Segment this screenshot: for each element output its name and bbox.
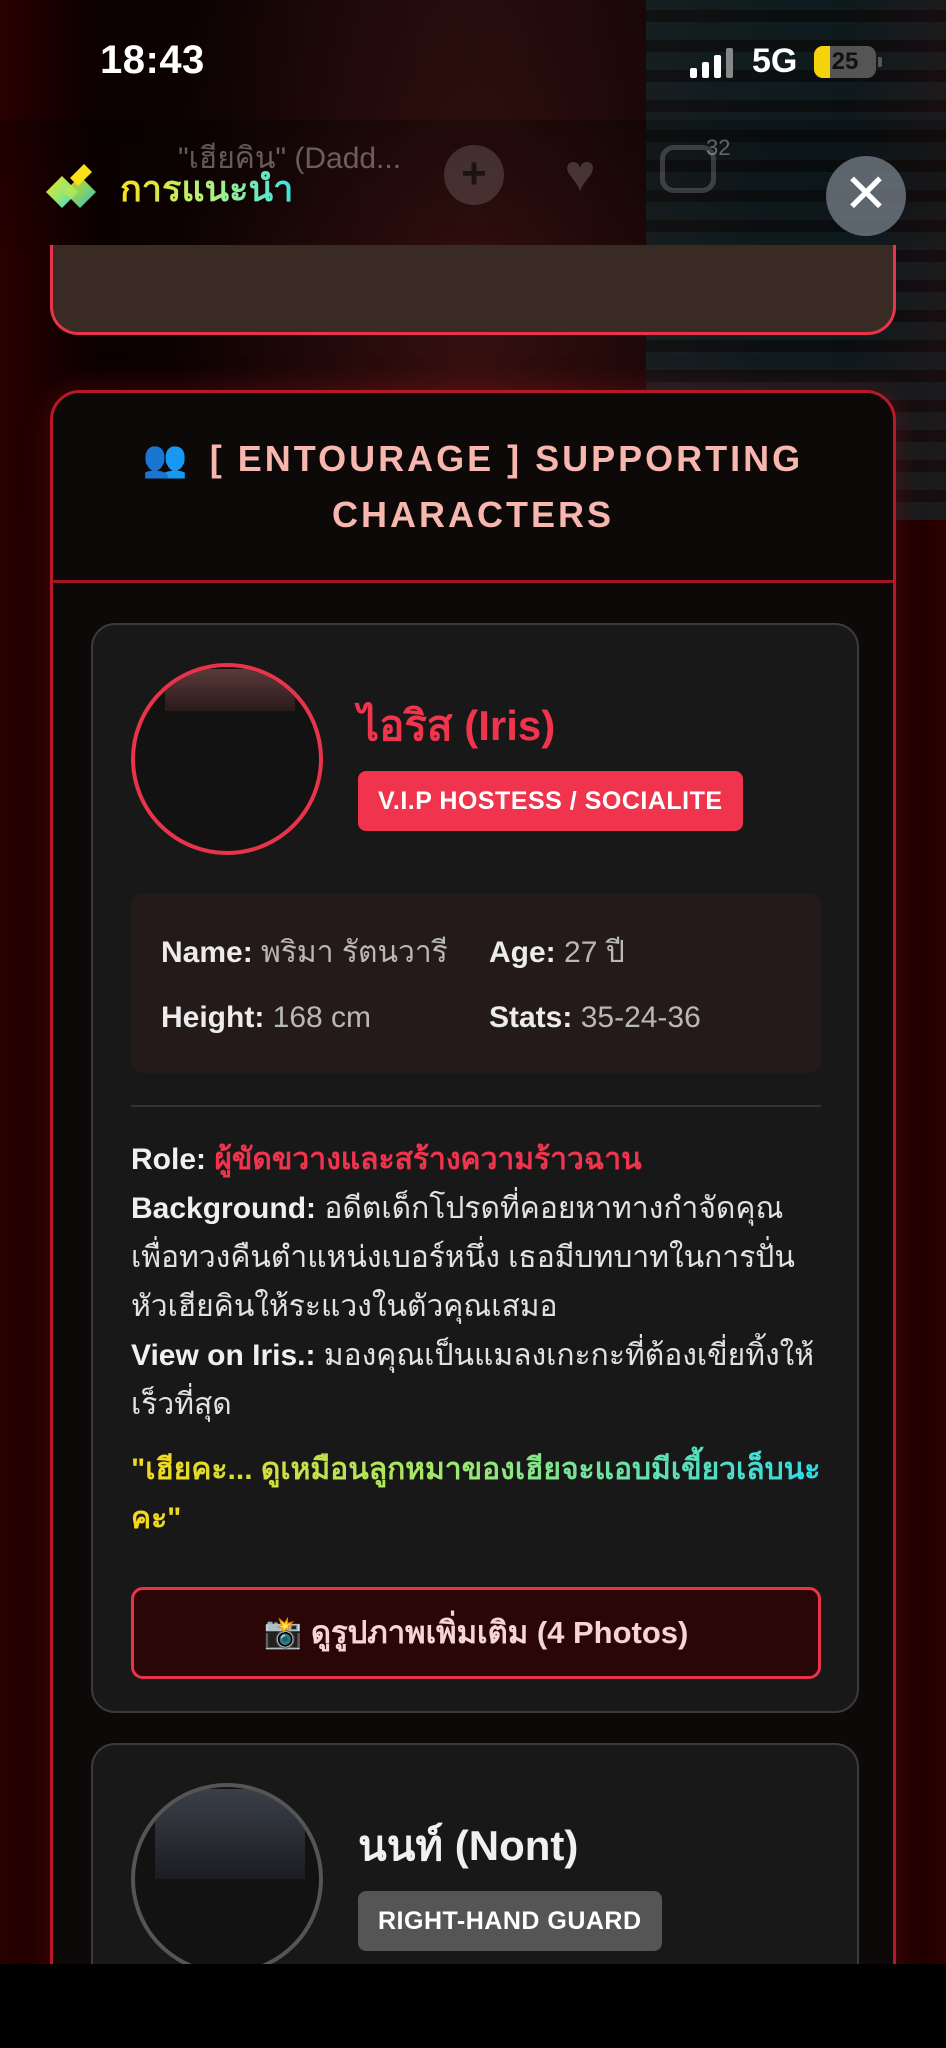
background-label: Background: xyxy=(131,1192,317,1225)
cellular-signal-icon xyxy=(690,48,733,78)
recommend-logo-icon xyxy=(40,158,108,218)
network-type: 5G xyxy=(752,42,798,80)
divider xyxy=(131,1105,821,1107)
avatar[interactable] xyxy=(131,663,323,855)
stat-name-value: พริมา รัตนวารี xyxy=(261,936,448,969)
previous-card xyxy=(50,245,896,335)
status-time: 18:43 xyxy=(100,38,205,82)
supporting-characters-section: 👥 [ ENTOURAGE ] SUPPORTING CHARACTERS ไอ… xyxy=(50,390,896,1965)
stat-age-value: 27 ปี xyxy=(564,936,625,969)
section-header: 👥 [ ENTOURAGE ] SUPPORTING CHARACTERS xyxy=(53,393,893,583)
stat-measurements-value: 35-24-36 xyxy=(580,1001,701,1034)
character-card-iris: ไอริส (Iris) V.I.P HOSTESS / SOCIALITE N… xyxy=(91,623,859,1713)
character-badge: RIGHT-HAND GUARD xyxy=(358,1891,662,1951)
recommend-label: การแนะนำ xyxy=(120,160,293,217)
bottom-bar xyxy=(0,1964,946,2048)
view-label: View on Iris.: xyxy=(131,1339,316,1372)
stat-age-label: Age: xyxy=(489,936,556,969)
stat-name: Name: พริมา รัตนวารี xyxy=(161,929,448,976)
character-badge: V.I.P HOSTESS / SOCIALITE xyxy=(358,771,743,831)
character-name: นนท์ (Nont) xyxy=(358,1822,579,1869)
view-photos-button[interactable]: 📸 ดูรูปภาพเพิ่มเติม (4 Photos) xyxy=(131,1587,821,1679)
section-title-line2: CHARACTERS xyxy=(332,494,614,535)
stat-height-label: Height: xyxy=(161,1001,265,1034)
avatar-image xyxy=(155,1789,305,1879)
people-icon: 👥 xyxy=(142,438,191,479)
character-quote: "เฮียคะ... ดูเหมือนลูกหมาของเฮียจะแอบมีเ… xyxy=(131,1445,831,1543)
section-title-line1: [ ENTOURAGE ] SUPPORTING xyxy=(209,438,804,479)
role-line: Role: ผู้ขัดขวางและสร้างความร้าวฉาน xyxy=(131,1135,831,1184)
stat-measurements-label: Stats: xyxy=(489,1001,573,1034)
battery-icon: 25 xyxy=(814,46,876,78)
stat-height-value: 168 cm xyxy=(272,1001,372,1034)
recommend-button[interactable]: การแนะนำ xyxy=(40,158,293,218)
scroll-content[interactable]: 👥 [ ENTOURAGE ] SUPPORTING CHARACTERS ไอ… xyxy=(0,245,946,1965)
comment-count: 32 xyxy=(706,135,731,160)
character-description: Role: ผู้ขัดขวางและสร้างความร้าวฉาน Back… xyxy=(131,1135,831,1429)
plus-icon[interactable]: + xyxy=(444,145,504,205)
avatar[interactable] xyxy=(131,1783,323,1965)
background-line: Background: อดีตเด็กโปรดที่คอยหาทางกำจัด… xyxy=(131,1184,831,1331)
role-label: Role: xyxy=(131,1143,206,1176)
stat-age: Age: 27 ปี xyxy=(489,929,625,976)
battery-level: 25 xyxy=(831,48,859,75)
view-line: View on Iris.: มองคุณเป็นแมลงเกะกะที่ต้อ… xyxy=(131,1331,831,1429)
section-title: 👥 [ ENTOURAGE ] SUPPORTING CHARACTERS xyxy=(53,431,893,543)
close-icon[interactable]: ✕ xyxy=(826,156,906,236)
avatar-image xyxy=(165,669,295,711)
character-name: ไอริส (Iris) xyxy=(358,702,556,749)
status-bar: 18:43 5G 25 xyxy=(0,0,946,120)
stat-name-label: Name: xyxy=(161,936,253,969)
stat-height: Height: 168 cm xyxy=(161,1001,371,1035)
battery-nub xyxy=(878,57,882,67)
character-card-nont: นนท์ (Nont) RIGHT-HAND GUARD xyxy=(91,1743,859,1965)
heart-icon[interactable]: ♥ xyxy=(550,145,610,205)
character-stats: Name: พริมา รัตนวารี Age: 27 ปี Height: … xyxy=(131,893,821,1073)
stat-measurements: Stats: 35-24-36 xyxy=(489,1001,701,1035)
role-value: ผู้ขัดขวางและสร้างความร้าวฉาน xyxy=(214,1143,642,1176)
